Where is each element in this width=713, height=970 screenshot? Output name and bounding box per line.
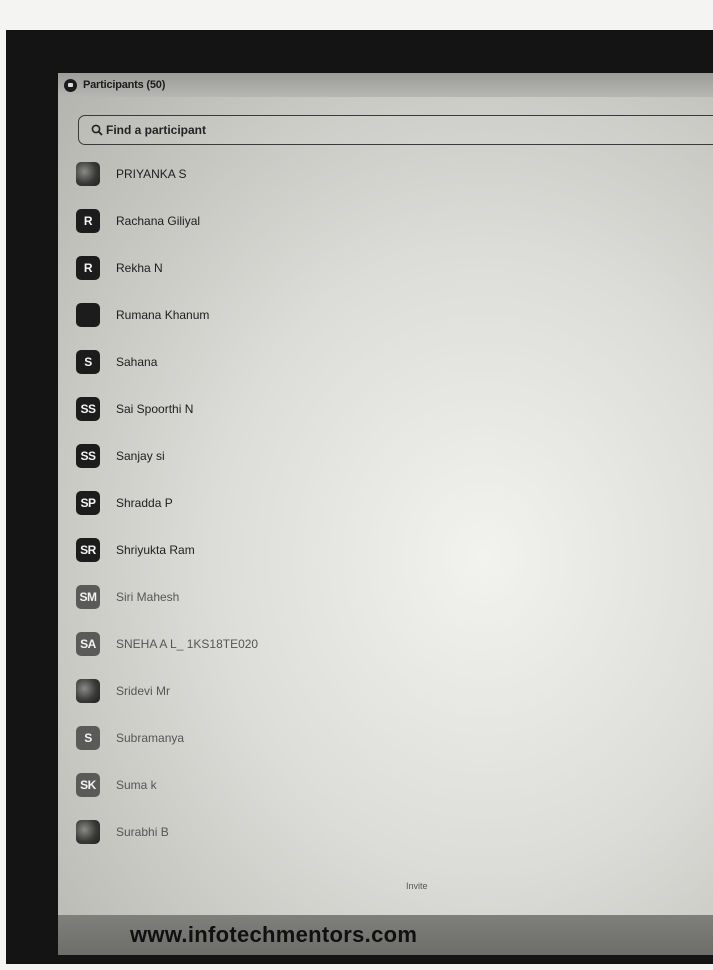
search-input[interactable]: Find a participant [78,115,713,145]
participant-row[interactable]: R Rekha N [76,253,163,283]
participant-row[interactable]: SS Sanjay si [76,441,165,471]
participant-avatar: SM [76,585,100,609]
participant-name: Sai Spoorthi N [116,402,194,416]
participant-avatar: SP [76,491,100,515]
participant-row[interactable]: PRIYANKA S [76,159,186,189]
invite-button[interactable]: Invite [406,881,428,891]
participant-name: Rachana Giliyal [116,214,201,228]
watermark-text: www.infotechmentors.com [130,922,418,947]
participants-window: Participants (50) Find a participant PRI… [58,73,713,955]
participant-name: Subramanya [116,731,185,745]
participant-name: PRIYANKA S [116,167,187,181]
participant-avatar: SR [76,538,100,562]
participant-photo-avatar [76,820,100,844]
watermark-bar: www.infotechmentors.com [58,915,713,955]
participants-app-icon [64,78,77,92]
participant-row[interactable]: S Subramanya [76,723,184,753]
participant-name: Shriyukta Ram [116,543,195,557]
participant-row[interactable]: SK Suma k [76,770,157,800]
participant-avatar: SA [76,632,100,656]
participant-row[interactable]: SS Sai Spoorthi N [76,394,193,424]
participant-name: Rekha N [116,261,163,275]
participant-name: Surabhi B [116,825,169,839]
participant-avatar: SS [76,444,100,468]
participant-row[interactable]: Surabhi B [76,817,169,847]
participant-avatar: S [76,350,100,374]
participant-name: Suma k [116,778,157,792]
participant-row[interactable]: SM Siri Mahesh [76,582,179,612]
participant-row[interactable]: SA SNEHA A L_ 1KS18TE020 [76,629,258,659]
participant-row[interactable]: Rumana Khanum [76,300,209,330]
title-bar: Participants (50) [58,73,713,97]
search-placeholder: Find a participant [106,123,207,137]
participant-avatar: SS [76,397,100,421]
participant-row[interactable]: SP Shradda P [76,488,173,518]
participant-row[interactable]: SR Shriyukta Ram [76,535,195,565]
participant-avatar: R [76,256,100,280]
participant-row[interactable]: Sridevi Mr [76,676,170,706]
participant-row[interactable]: R Rachana Giliyal [76,206,200,236]
participant-row[interactable]: S Sahana [76,347,157,377]
search-icon [91,124,103,136]
participant-name: SNEHA A L_ 1KS18TE020 [116,637,259,651]
participant-avatar: S [76,726,100,750]
participant-name: Siri Mahesh [116,590,180,604]
participant-avatar [76,303,100,327]
participant-avatar: R [76,209,100,233]
participant-photo-avatar [76,162,100,186]
participant-avatar: SK [76,773,100,797]
participant-name: Sahana [116,355,158,369]
participant-name: Sanjay si [116,449,165,463]
panel-title: Participants (50) [83,79,166,91]
participant-name: Sridevi Mr [116,684,171,698]
participant-photo-avatar [76,679,100,703]
participant-name: Rumana Khanum [116,308,210,322]
participant-name: Shradda P [116,496,173,510]
